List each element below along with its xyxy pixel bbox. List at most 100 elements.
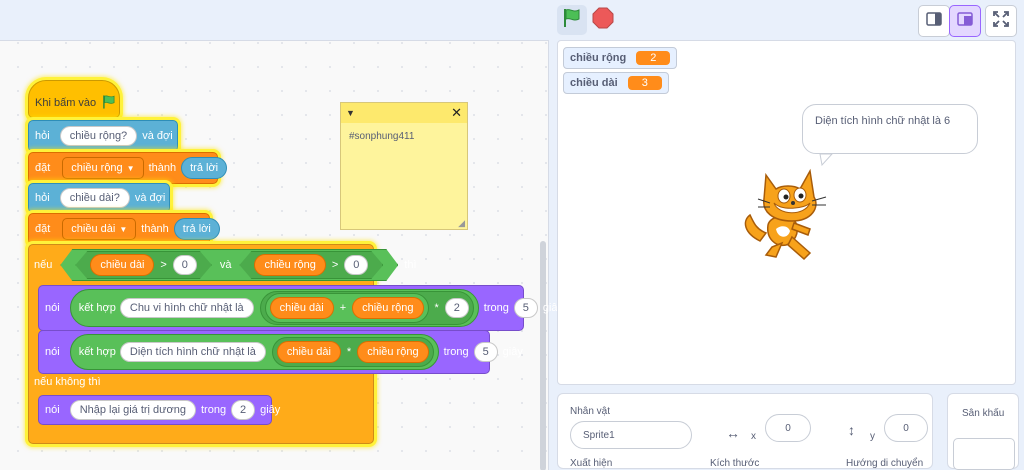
direction-label: Hướng di chuyển	[846, 458, 924, 469]
collapse-icon[interactable]: ▼	[346, 108, 355, 118]
note-text[interactable]: #sonphung411	[341, 123, 467, 150]
x-value: 0	[785, 422, 791, 434]
gt-symbol: >	[160, 259, 167, 271]
ask-length-block[interactable]: hỏi chiều dài? và đợi	[28, 183, 170, 213]
variable-dropdown-label: chiều dài	[71, 223, 116, 235]
ask-verb: hỏi	[35, 192, 50, 204]
and-operator[interactable]: chiều dài > 0 và chiều rộng > 0	[60, 249, 398, 281]
ask-verb: hỏi	[35, 130, 50, 142]
multiply-operator[interactable]: chiều dài + chiều rộng * 2	[259, 291, 474, 325]
chevron-down-icon: ▼	[126, 163, 135, 173]
stage[interactable]: chiều rộng 2 chiều dài 3 Diện tích hình …	[557, 40, 1016, 385]
set-length-block[interactable]: đặt chiều dài ▼ thành trả lời	[28, 213, 220, 245]
seconds-input[interactable]: 5	[473, 342, 498, 362]
ask-question-input[interactable]: chiều rộng?	[59, 126, 138, 146]
add-operator[interactable]: chiều dài + chiều rộng	[264, 293, 429, 323]
note-header: ▼ ✕	[341, 103, 467, 123]
green-flag-icon	[561, 7, 583, 34]
length-reporter[interactable]: chiều dài	[269, 297, 334, 319]
green-flag-button[interactable]	[557, 5, 587, 35]
join-operator[interactable]: kết hợp Diện tích hình chữ nhật là chiều…	[69, 334, 439, 370]
ask-question-input[interactable]: chiều dài?	[59, 188, 130, 208]
horizontal-arrow-icon: ↔	[726, 425, 740, 441]
stop-icon	[592, 7, 614, 34]
fullscreen-icon	[993, 10, 1009, 32]
x-input[interactable]: 0	[765, 414, 811, 442]
then-label: thì	[404, 259, 417, 271]
small-stage-button[interactable]	[918, 5, 950, 37]
answer-reporter[interactable]: trả lời	[173, 218, 220, 240]
join-label: kết hợp	[78, 346, 116, 358]
multiply-operator[interactable]: chiều dài * chiều rộng	[271, 337, 434, 367]
code-scrollbar[interactable]	[540, 241, 546, 470]
resize-handle-icon[interactable]: ◢	[458, 218, 465, 229]
monitor-value: 2	[636, 51, 671, 65]
fullscreen-button[interactable]	[985, 5, 1017, 37]
top-bar	[0, 0, 1024, 40]
stop-button[interactable]	[588, 5, 618, 35]
greater-than-width[interactable]: chiều rộng > 0	[239, 251, 383, 279]
stage-panel-label: Sân khấu	[962, 408, 1005, 419]
times-symbol: *	[434, 302, 439, 314]
speech-bubble: Diện tích hình chữ nhật là 6	[802, 104, 978, 154]
y-label: y	[870, 431, 875, 442]
seconds-unit: giây	[502, 346, 523, 358]
sprite-name-input[interactable]: Sprite1	[570, 421, 692, 449]
say-verb: nói	[45, 346, 60, 358]
monitor-label: chiều dài	[570, 77, 618, 89]
times-symbol: *	[346, 346, 352, 358]
say-retry-block[interactable]: nói Nhập lại giá trị dương trong 2 giây	[38, 395, 280, 425]
say-area-block[interactable]: nói kết hợp Diện tích hình chữ nhật là c…	[38, 330, 523, 374]
greater-than-length[interactable]: chiều dài > 0	[75, 251, 211, 279]
close-icon[interactable]: ✕	[451, 105, 462, 121]
ask-tail: và đợi	[134, 192, 166, 204]
num-input[interactable]: 2	[444, 298, 469, 318]
say-perimeter-block[interactable]: nói kết hợp Chu vi hình chữ nhật là chiề…	[38, 285, 563, 331]
join-operator[interactable]: kết hợp Chu vi hình chữ nhật là chiều dà…	[69, 289, 479, 327]
variable-monitor-width[interactable]: chiều rộng 2	[563, 47, 678, 69]
set-width-block[interactable]: đặt chiều rộng ▼ thành trả lời	[28, 152, 228, 184]
join-text-input[interactable]: Chu vi hình chữ nhật là	[119, 298, 254, 318]
variable-dropdown-label: chiều rộng	[71, 162, 123, 174]
show-label: Xuất hiện	[570, 458, 613, 469]
say-verb: nói	[45, 404, 60, 416]
chevron-down-icon: ▼	[119, 224, 128, 234]
width-reporter[interactable]: chiều rộng	[352, 297, 424, 319]
y-input[interactable]: 0	[884, 414, 928, 442]
say-verb: nói	[45, 302, 60, 314]
variable-dropdown[interactable]: chiều dài ▼	[62, 218, 137, 240]
ask-width-block[interactable]: hỏi chiều rộng? và đợi	[28, 120, 178, 152]
width-reporter[interactable]: chiều rộng	[254, 254, 325, 276]
stage-thumbnail[interactable]	[953, 438, 1015, 470]
answer-reporter[interactable]: trả lời	[181, 157, 228, 179]
for-label: trong	[443, 346, 469, 358]
variable-dropdown[interactable]: chiều rộng ▼	[62, 157, 144, 179]
monitor-value: 3	[627, 76, 662, 90]
set-to: thành	[148, 162, 177, 174]
seconds-unit: giây	[260, 404, 281, 416]
y-value: 0	[903, 422, 909, 434]
size-label: Kích thước	[710, 458, 760, 469]
seconds-input[interactable]: 5	[513, 298, 538, 318]
sprite-name-value: Sprite1	[583, 429, 615, 441]
seconds-input[interactable]: 2	[231, 400, 256, 420]
stage-select-panel[interactable]: Sân khấu	[947, 393, 1019, 470]
for-label: trong	[483, 302, 509, 314]
large-stage-icon	[957, 11, 973, 31]
variable-monitor-length[interactable]: chiều dài 3	[563, 72, 669, 94]
num-input[interactable]: 0	[173, 255, 197, 275]
small-stage-icon	[926, 11, 942, 31]
length-reporter[interactable]: chiều dài	[90, 254, 154, 276]
cat-sprite[interactable]	[738, 163, 838, 263]
join-text-input[interactable]: Diện tích hình chữ nhật là	[119, 342, 266, 362]
if-header: nếu chiều dài > 0 và chiều rộng > 0 thì	[34, 248, 422, 282]
width-reporter[interactable]: chiều rộng	[357, 341, 429, 363]
large-stage-button[interactable]	[949, 5, 981, 37]
say-text-input[interactable]: Nhập lại giá trị dương	[69, 400, 196, 420]
comment-note[interactable]: ▼ ✕ #sonphung411 ◢	[340, 102, 468, 230]
monitor-label: chiều rộng	[570, 52, 627, 64]
num-input[interactable]: 0	[344, 255, 368, 275]
length-reporter[interactable]: chiều dài	[276, 341, 341, 363]
when-flag-clicked-block[interactable]: Khi bấm vào	[28, 80, 120, 118]
set-to: thành	[141, 223, 169, 235]
